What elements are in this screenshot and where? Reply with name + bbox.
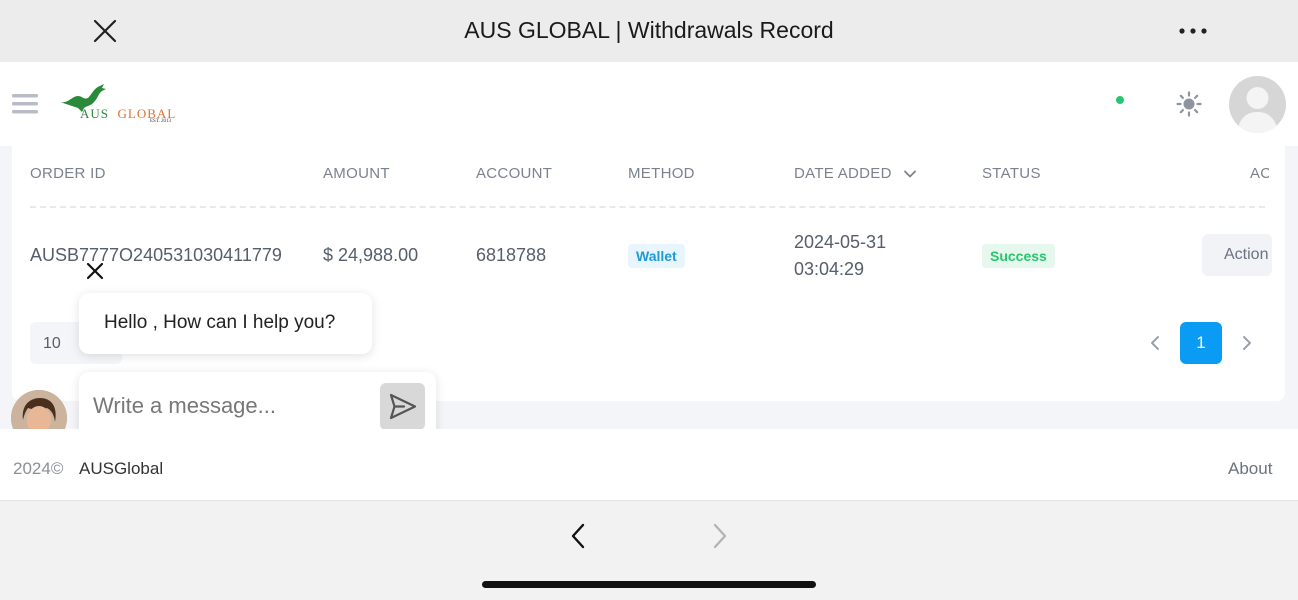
chevron-down-icon[interactable] bbox=[903, 167, 917, 181]
send-icon bbox=[389, 393, 417, 420]
chevron-left-icon[interactable] bbox=[1146, 334, 1164, 352]
status-badge: Success bbox=[982, 244, 1055, 268]
online-status-dot bbox=[1116, 96, 1124, 104]
browser-back-icon[interactable] bbox=[566, 522, 592, 550]
cell-time: 03:04:29 bbox=[794, 259, 865, 279]
column-header-amount: AMOUNT bbox=[323, 165, 390, 182]
footer-brand-link[interactable]: AUSGlobal bbox=[79, 459, 163, 479]
user-avatar[interactable] bbox=[1229, 76, 1286, 133]
about-link[interactable]: About bbox=[1228, 459, 1272, 479]
cell-amount: $ 24,988.00 bbox=[323, 245, 419, 265]
page-footer bbox=[0, 429, 1298, 501]
more-horizontal-icon[interactable] bbox=[1176, 22, 1212, 40]
column-header-actions: AC bbox=[1250, 165, 1269, 182]
send-button[interactable] bbox=[380, 383, 425, 430]
cell-account: 6818788 bbox=[476, 245, 547, 265]
chat-message-input[interactable] bbox=[93, 390, 373, 422]
chat-close-icon[interactable] bbox=[86, 262, 104, 280]
logo-est: EST. 2013 bbox=[150, 119, 172, 124]
browser-forward-icon[interactable] bbox=[706, 522, 732, 550]
copyright-text: 2024© bbox=[13, 459, 64, 478]
browser-title: AUS GLOBAL | Withdrawals Record bbox=[464, 17, 834, 43]
column-header-status: STATUS bbox=[982, 165, 1041, 182]
column-header-method: METHOD bbox=[628, 165, 695, 182]
sun-icon[interactable] bbox=[1176, 91, 1202, 117]
cell-order-id: AUSB7777O240531030411779 bbox=[30, 245, 282, 265]
hamburger-menu-icon[interactable] bbox=[12, 92, 38, 116]
home-indicator bbox=[482, 581, 816, 588]
column-header-order-id: ORDER ID bbox=[30, 165, 106, 182]
table-divider bbox=[30, 206, 1265, 208]
withdrawals-card bbox=[12, 146, 1285, 401]
cell-date: 2024-05-31 bbox=[794, 232, 887, 252]
app-header bbox=[0, 62, 1298, 146]
method-badge: Wallet bbox=[628, 244, 685, 268]
chat-greeting-bubble: Hello , How can I help you? bbox=[79, 293, 372, 354]
column-header-date-added[interactable]: DATE ADDED bbox=[794, 165, 892, 182]
chevron-right-icon[interactable] bbox=[1238, 334, 1256, 352]
action-button[interactable]: Action bbox=[1202, 234, 1272, 276]
column-header-account: ACCOUNT bbox=[476, 165, 553, 182]
logo-word-aus: AUS bbox=[80, 106, 110, 121]
page-button-current[interactable]: 1 bbox=[1180, 322, 1222, 364]
user-avatar-icon bbox=[1237, 87, 1278, 133]
